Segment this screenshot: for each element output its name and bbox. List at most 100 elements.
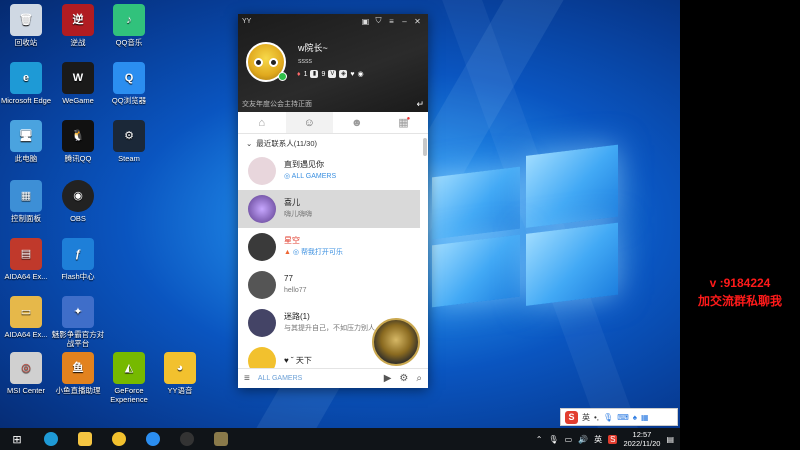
- skin-icon[interactable]: ▣: [359, 17, 372, 26]
- floating-badge-icon[interactable]: [372, 318, 420, 366]
- desktop-icon-edge[interactable]: e Microsoft Edge: [0, 62, 54, 105]
- msi-center-icon: ◎: [10, 352, 42, 384]
- contact-item[interactable]: 星空 ▲ ◎ 帮我打开可乐: [238, 228, 428, 266]
- taskbar-file-explorer[interactable]: [68, 428, 102, 450]
- taskbar: ⊞ ⌃ 🎙 ▭ 🔊 英 S 12:57 2022/11/20 ▤: [0, 428, 680, 450]
- yy-tab-bar: ⌂ ☺ ☻ ▦ ●: [238, 112, 428, 134]
- desktop-icon-wegame[interactable]: W WeGame: [50, 62, 106, 105]
- chevron-down-icon: ⌄: [246, 138, 253, 148]
- settings-icon[interactable]: ⚙: [399, 373, 408, 384]
- contact-item[interactable]: 77 hello77: [238, 266, 428, 304]
- desktop-icon-aida64-folder[interactable]: ▭ AIDA64 Ex...: [0, 296, 54, 339]
- desktop-icon-xiaoyu[interactable]: 鱼 小鱼直播助理: [50, 352, 106, 395]
- online-status-icon[interactable]: [278, 72, 287, 81]
- desktop-icon-qq-browser[interactable]: Q QQ浏览器: [101, 62, 157, 105]
- contact-status: 与其提升自己，不如压力别人: [284, 325, 375, 332]
- contact-status: hello77: [284, 287, 307, 294]
- contact-avatar: [248, 309, 276, 337]
- desktop-icon-control-panel[interactable]: ▦ 控制面板: [0, 180, 54, 223]
- taskbar-yy[interactable]: [102, 428, 136, 450]
- medal-badge-icon[interactable]: ◈: [339, 70, 348, 78]
- game-icon: ◎: [292, 249, 301, 256]
- clock[interactable]: 12:57 2022/11/20: [623, 430, 660, 448]
- desktop-icon-label: YY语音: [167, 386, 193, 395]
- taskbar-game[interactable]: [204, 428, 238, 450]
- desktop-icon-label: 回收站: [14, 38, 38, 47]
- taskbar-edge[interactable]: [34, 428, 68, 450]
- clock-time: 12:57: [632, 430, 652, 439]
- folder-icon: [78, 432, 92, 446]
- ime-mode[interactable]: 英: [582, 412, 590, 423]
- skin-icon[interactable]: ♠: [633, 413, 637, 422]
- desktop-icon-geforce[interactable]: ◭ GeForce Experience: [101, 352, 157, 404]
- contact-item[interactable]: 直到遇见你 ◎ ALL GAMERS: [238, 152, 428, 190]
- tray-ime-lang[interactable]: 英: [594, 434, 602, 445]
- desktop-icon-msi-center[interactable]: ◎ MSI Center: [0, 352, 54, 395]
- sogou-tray-icon[interactable]: S: [608, 434, 618, 444]
- mic-icon[interactable]: 🎙: [548, 435, 558, 444]
- desktop-icon-nizhan[interactable]: 逆 逆战: [50, 4, 106, 47]
- volume-icon[interactable]: 🔊: [578, 435, 588, 444]
- vip-badge-icon[interactable]: V: [328, 70, 337, 78]
- desktop-icon-this-pc[interactable]: 🖥 此电脑: [0, 120, 54, 163]
- yy-voice-icon: ◕: [164, 352, 196, 384]
- aida64-icon: ▤: [10, 238, 42, 270]
- taskbar-obs[interactable]: [170, 428, 204, 450]
- game-icon: ◎: [284, 173, 292, 180]
- ime-toolbar[interactable]: S 英 •, 🎙 ⌨ ♠ ▦: [560, 408, 678, 426]
- keyboard-icon[interactable]: ⌨: [617, 413, 629, 422]
- group-header[interactable]: ⌄ 最近联系人(11/30): [238, 134, 428, 152]
- game-icon: [214, 432, 228, 446]
- search-icon[interactable]: ⌕: [416, 373, 422, 384]
- punctuation-icon[interactable]: •,: [594, 413, 599, 422]
- start-button[interactable]: ⊞: [0, 428, 34, 450]
- yy-titlebar[interactable]: YY ▣ ⛉ ≡ – ✕: [238, 14, 428, 28]
- username[interactable]: w院长~: [298, 41, 328, 54]
- desktop-icon-label: WeGame: [62, 96, 94, 105]
- tab-apps[interactable]: ▦ ●: [381, 112, 429, 133]
- tab-groups[interactable]: ☻: [333, 112, 381, 133]
- contact-name: ♥ ˘ 天下: [284, 356, 312, 365]
- hamburger-menu-icon[interactable]: ≡: [244, 373, 250, 384]
- close-icon[interactable]: ✕: [411, 17, 424, 26]
- desktop-icon-yy-voice[interactable]: ◕ YY语音: [152, 352, 208, 395]
- video-icon[interactable]: ▶: [384, 373, 392, 384]
- minimize-icon[interactable]: –: [398, 17, 411, 26]
- desktop-icon-obs[interactable]: ◉ OBS: [50, 180, 106, 223]
- enter-icon[interactable]: ↵: [416, 99, 424, 110]
- desktop-icon-steam[interactable]: ⚙ Steam: [101, 120, 157, 163]
- tab-contacts[interactable]: ☺: [285, 112, 333, 133]
- heart-icon[interactable]: ♥: [350, 71, 354, 78]
- desktop-icon-aida64[interactable]: ▤ AIDA64 Ex...: [0, 238, 54, 281]
- network-icon[interactable]: ▭: [565, 435, 573, 444]
- current-game-label[interactable]: ALL GAMERS: [258, 375, 302, 382]
- notification-icon[interactable]: ▤: [666, 435, 674, 444]
- signature[interactable]: ssss: [298, 58, 312, 65]
- contact-avatar: [248, 233, 276, 261]
- desktop-icon-label: 控制面板: [11, 214, 41, 223]
- mic-icon[interactable]: 🎙: [603, 413, 613, 422]
- tab-home[interactable]: ⌂: [238, 112, 286, 133]
- level-badge-icon[interactable]: ▮: [310, 70, 319, 78]
- menu-icon[interactable]: ≡: [385, 17, 398, 26]
- sogou-icon[interactable]: S: [565, 410, 578, 424]
- toolbox-icon[interactable]: ▦: [641, 413, 649, 422]
- desktop-icon-qq-music[interactable]: ♪ QQ音乐: [101, 4, 157, 47]
- desktop-icon-qq[interactable]: 🐧 腾讯QQ: [50, 120, 106, 163]
- desktop-icon-flash-center[interactable]: ƒ Flash中心: [50, 238, 106, 281]
- notification-dot: ●: [406, 115, 411, 122]
- desktop-icon-label: AIDA64 Ex...: [4, 272, 48, 281]
- chevron-up-icon[interactable]: ⌃: [536, 435, 543, 444]
- desktop-icon-recycle-bin[interactable]: 🗑 回收站: [0, 4, 54, 47]
- shirt-icon[interactable]: ⛉: [372, 16, 385, 26]
- heart-badge-icon[interactable]: ♦: [297, 71, 301, 78]
- desktop-icon-game-platform[interactable]: ✦ 魅影争霸官方对战平台: [50, 296, 106, 348]
- contact-avatar: [248, 271, 276, 299]
- desktop-icon-label: AIDA64 Ex...: [4, 330, 48, 339]
- game-platform-icon: ✦: [62, 296, 94, 328]
- taskbar-qq-browser[interactable]: [136, 428, 170, 450]
- channel-bar[interactable]: 交友年度公会主持正面 ↵: [238, 96, 428, 112]
- scrollbar[interactable]: [423, 138, 427, 156]
- contact-item[interactable]: 喜儿 嗨儿嗨嗨: [238, 190, 420, 228]
- eye-icon[interactable]: ◉: [358, 70, 364, 78]
